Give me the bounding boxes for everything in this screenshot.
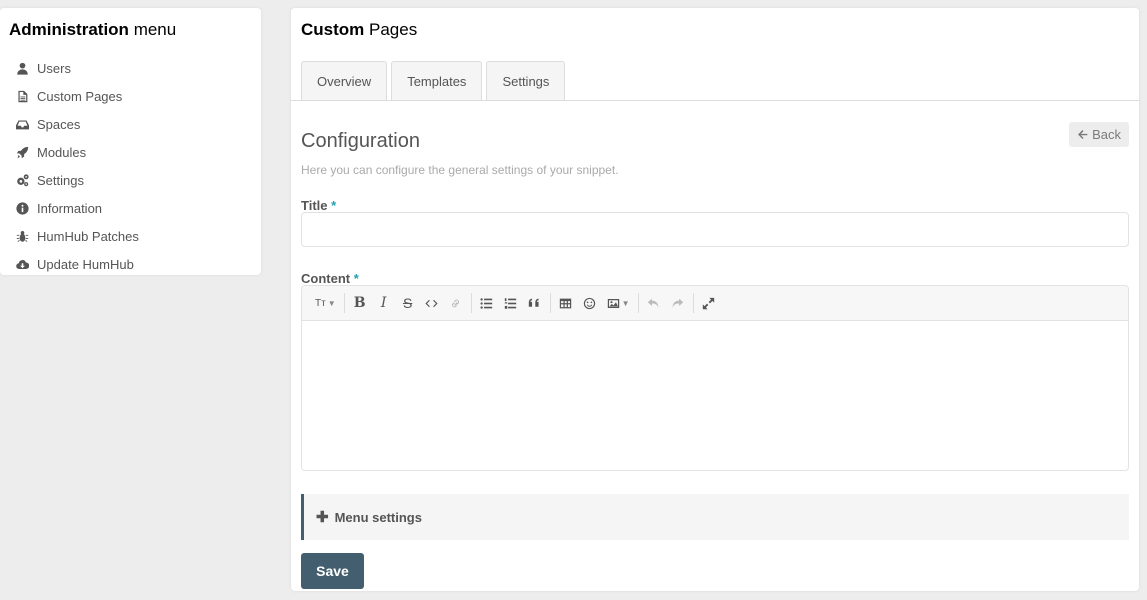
sidebar-item-users[interactable]: Users	[0, 54, 261, 82]
admin-sidebar: Administration menu Users Custom Pages S…	[0, 8, 261, 275]
heading-dropdown[interactable]: Tт ▼	[310, 291, 341, 315]
ordered-list-button[interactable]	[499, 291, 523, 315]
cogs-icon	[16, 173, 37, 187]
user-icon	[16, 62, 37, 75]
italic-icon: I	[380, 295, 387, 311]
rich-text-editor: Tт ▼ B I S ▼	[301, 285, 1129, 471]
required-marker: *	[331, 198, 337, 213]
sidebar-item-information[interactable]: Information	[0, 194, 261, 222]
tab-overview[interactable]: Overview	[301, 61, 388, 100]
sidebar-title: Administration menu	[9, 20, 177, 39]
content-label: Content *	[301, 271, 359, 286]
image-dropdown[interactable]: ▼	[602, 291, 635, 315]
blockquote-button[interactable]	[523, 291, 547, 315]
toolbar-separator	[637, 293, 639, 313]
sidebar-item-humhub-patches[interactable]: HumHub Patches	[0, 222, 261, 250]
ordered-list-icon	[504, 297, 517, 309]
undo-icon	[647, 298, 659, 308]
tab-templates[interactable]: Templates	[391, 61, 483, 100]
custom-pages-panel: Custom Pages Overview Templates Settings…	[291, 8, 1139, 591]
sidebar-item-update-humhub[interactable]: Update HumHub	[0, 250, 261, 278]
panel-title: Custom Pages	[301, 20, 418, 39]
rocket-icon	[16, 146, 37, 159]
bold-icon: B	[353, 295, 366, 311]
link-icon	[452, 299, 460, 307]
cloud-download-icon	[16, 258, 37, 271]
inbox-icon	[16, 118, 37, 131]
title-input[interactable]	[301, 212, 1129, 247]
table-button[interactable]	[554, 291, 578, 315]
menu-settings-toggle[interactable]: ✚ Menu settings	[301, 494, 1129, 540]
arrow-left-icon	[1078, 130, 1088, 139]
tab-bar: Overview Templates Settings	[301, 61, 569, 100]
italic-button[interactable]: I	[372, 291, 396, 315]
image-icon	[607, 298, 619, 308]
toolbar-separator	[470, 293, 472, 313]
plus-icon: ✚	[316, 509, 329, 526]
smile-icon	[583, 297, 596, 309]
editor-toolbar: Tт ▼ B I S ▼	[302, 286, 1128, 321]
fullscreen-button[interactable]	[697, 291, 721, 315]
back-button[interactable]: Back	[1069, 122, 1129, 147]
toolbar-separator	[549, 293, 551, 313]
bold-button[interactable]: B	[348, 291, 372, 315]
bug-icon	[16, 230, 37, 243]
expand-icon	[702, 297, 715, 309]
bullet-list-button[interactable]	[475, 291, 499, 315]
bullet-list-icon	[480, 297, 493, 309]
admin-menu: Users Custom Pages Spaces Modules Settin…	[0, 54, 261, 278]
content-editor-area[interactable]	[302, 321, 1128, 470]
sidebar-item-settings[interactable]: Settings	[0, 166, 261, 194]
caret-down-icon: ▼	[621, 298, 630, 308]
required-marker: *	[353, 271, 359, 286]
help-text: Here you can configure the general setti…	[301, 163, 619, 177]
redo-button[interactable]	[666, 291, 690, 315]
tabs-divider	[291, 100, 1139, 101]
toolbar-separator	[343, 293, 345, 313]
file-icon	[16, 90, 37, 103]
text-size-icon: Tт	[315, 297, 326, 309]
tab-settings[interactable]: Settings	[486, 61, 566, 100]
sidebar-item-spaces[interactable]: Spaces	[0, 110, 261, 138]
sidebar-item-modules[interactable]: Modules	[0, 138, 261, 166]
toolbar-separator	[692, 293, 694, 313]
strikethrough-icon: S	[402, 295, 413, 311]
info-icon	[16, 201, 37, 215]
sidebar-item-custom-pages[interactable]: Custom Pages	[0, 82, 261, 110]
link-button[interactable]	[444, 291, 468, 315]
title-label: Title *	[301, 198, 337, 213]
emoji-button[interactable]	[578, 291, 602, 315]
form-heading: Configuration	[301, 130, 420, 152]
table-icon	[559, 298, 572, 308]
caret-down-icon: ▼	[327, 298, 336, 308]
strikethrough-button[interactable]: S	[396, 291, 420, 315]
code-icon	[425, 299, 438, 307]
quote-icon	[528, 298, 539, 307]
code-button[interactable]	[420, 291, 444, 315]
undo-button[interactable]	[642, 291, 666, 315]
save-button[interactable]: Save	[301, 553, 364, 589]
redo-icon	[672, 298, 684, 308]
